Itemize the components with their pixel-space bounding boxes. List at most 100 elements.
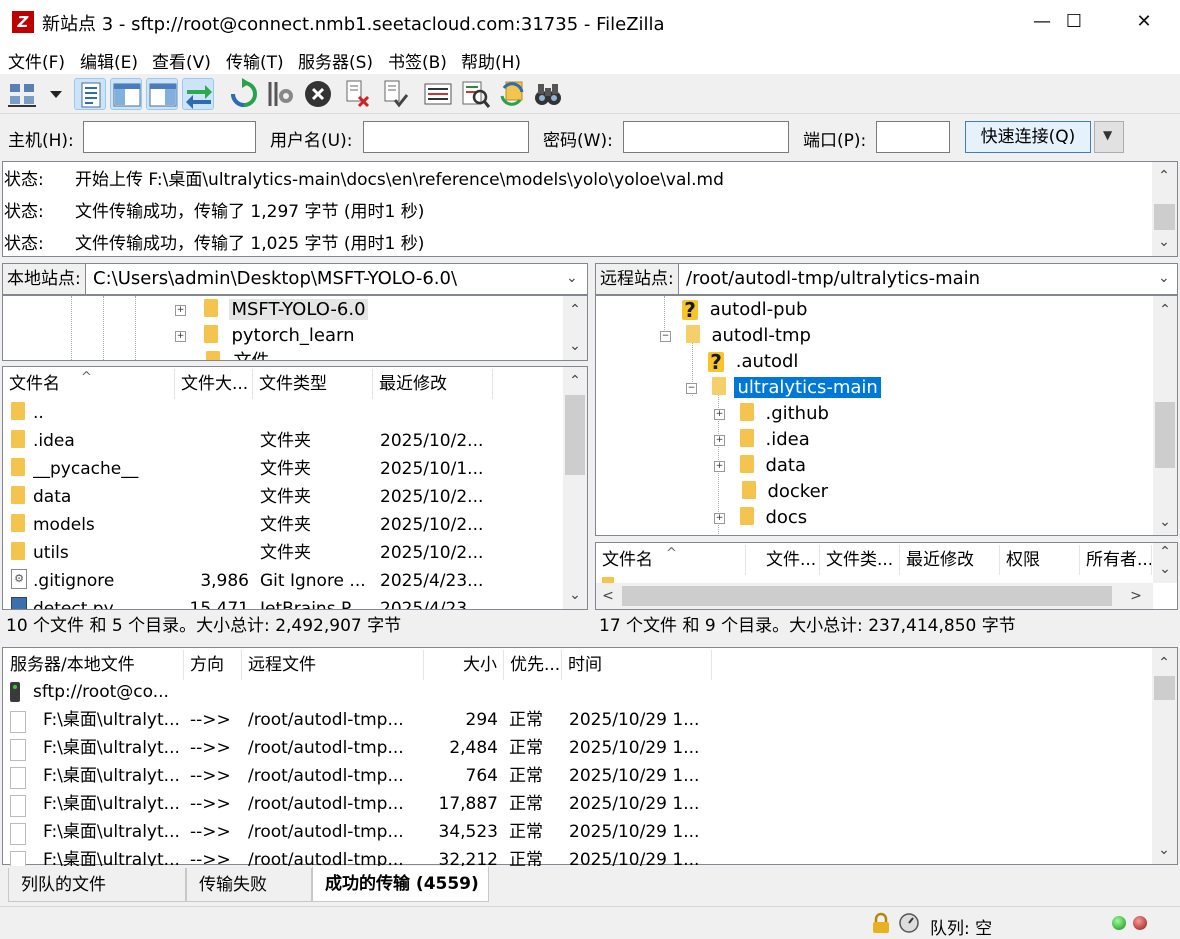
- menu-transfer[interactable]: 传输(T): [226, 48, 284, 73]
- collapse-icon[interactable]: −: [660, 330, 671, 342]
- tree-item[interactable]: docker: [714, 479, 828, 505]
- menu-view[interactable]: 查看(V): [152, 48, 211, 73]
- col-header-permissions[interactable]: 权限: [1000, 545, 1080, 575]
- local-file-list[interactable]: 文件名 ^ 文件大... 文件类型 最近修改 .. .idea 文件夹 2025/10…: [2, 366, 588, 610]
- quickconnect-history-button[interactable]: ▼: [1094, 121, 1124, 153]
- tree-item[interactable]: + .github: [714, 401, 829, 427]
- queue-row[interactable]: F:\桌面\ultralyt... -->> /root/autodl-tmp...…: [4, 790, 1150, 818]
- col-header-modified[interactable]: 最近修改: [900, 545, 1000, 575]
- reconnect-icon[interactable]: [378, 78, 410, 110]
- scroll-down-icon[interactable]: ⌄: [1153, 510, 1177, 534]
- remote-tree-scrollbar[interactable]: ⌃ ⌄: [1153, 296, 1177, 535]
- username-input[interactable]: [363, 121, 529, 153]
- menu-help[interactable]: 帮助(H): [461, 48, 521, 73]
- tab-queued-files[interactable]: 列队的文件: [8, 868, 186, 902]
- tree-item[interactable]: 文件: [175, 349, 271, 360]
- host-input[interactable]: [83, 121, 256, 153]
- scroll-up-icon[interactable]: ⌃: [1152, 651, 1176, 675]
- menu-server[interactable]: 服务器(S): [298, 48, 373, 73]
- expand-icon[interactable]: +: [714, 434, 725, 446]
- refresh-icon[interactable]: [228, 78, 260, 110]
- scroll-right-icon[interactable]: >: [1124, 584, 1148, 608]
- col-header-time[interactable]: 时间: [562, 650, 712, 680]
- sync-browsing-icon[interactable]: [496, 78, 528, 110]
- port-input[interactable]: [876, 121, 950, 153]
- close-button[interactable]: ✕: [1114, 0, 1174, 44]
- scroll-thumb[interactable]: [1154, 204, 1175, 230]
- scroll-down-icon[interactable]: ⌄: [563, 583, 587, 607]
- tree-item[interactable]: ? .autodl: [708, 349, 798, 375]
- col-header-owner[interactable]: 所有者...: [1080, 545, 1152, 575]
- site-manager-icon[interactable]: [6, 78, 38, 110]
- tab-successful-transfers[interactable]: 成功的传输 (4559): [312, 866, 489, 902]
- tree-item[interactable]: + MSFT-YOLO-6.0: [175, 297, 368, 323]
- directory-listing-filters-icon[interactable]: [422, 78, 454, 110]
- speed-limit-icon[interactable]: [898, 912, 920, 934]
- col-header-remote-file[interactable]: 远程文件: [242, 650, 424, 680]
- local-tree[interactable]: + MSFT-YOLO-6.0 + pytorch_learn 文件 ⌃ ⌄: [2, 295, 588, 361]
- tree-item[interactable]: + pytorch_learn: [175, 323, 357, 349]
- file-row[interactable]: .idea 文件夹 2025/10/2...: [3, 427, 561, 455]
- scroll-thumb[interactable]: [622, 586, 1112, 606]
- remote-file-list[interactable]: 文件名 ^ 文件... 文件类... 最近修改 权限 所有者... ⌃ ⌄ < …: [595, 542, 1178, 610]
- chevron-down-icon[interactable]: ⌄: [566, 270, 578, 286]
- local-path-input[interactable]: C:\Users\admin\Desktop\MSFT-YOLO-6.0\: [93, 264, 563, 294]
- tree-item[interactable]: + .idea: [714, 427, 810, 453]
- toggle-transfer-queue-icon[interactable]: [182, 78, 214, 110]
- toggle-remote-tree-icon[interactable]: [146, 78, 178, 110]
- disconnect-icon[interactable]: [340, 78, 372, 110]
- scroll-down-icon[interactable]: ⌄: [1153, 557, 1177, 581]
- col-header-filetype[interactable]: 文件类型: [253, 369, 373, 399]
- remote-list-hscroll[interactable]: < >: [596, 583, 1153, 609]
- scroll-thumb[interactable]: [1154, 676, 1175, 700]
- expand-icon[interactable]: +: [175, 304, 186, 316]
- queue-row[interactable]: F:\桌面\ultralyt... -->> /root/autodl-tmp...…: [4, 762, 1150, 790]
- toggle-comparison-icon[interactable]: [460, 78, 492, 110]
- scroll-up-icon[interactable]: ⌃: [563, 369, 587, 393]
- col-header-filesize[interactable]: 文件...: [760, 545, 820, 575]
- tab-failed-transfers[interactable]: 传输失败: [186, 868, 312, 902]
- log-scrollbar[interactable]: ⌃ ⌄: [1152, 162, 1177, 256]
- queue-row[interactable]: F:\桌面\ultralyt... -->> /root/autodl-tmp...…: [4, 734, 1150, 762]
- queue-row[interactable]: F:\桌面\ultralyt... -->> /root/autodl-tmp...…: [4, 706, 1150, 734]
- queue-row[interactable]: F:\桌面\ultralyt... -->> /root/autodl-tmp...…: [4, 818, 1150, 846]
- collapse-icon[interactable]: −: [686, 382, 697, 394]
- cancel-icon[interactable]: [302, 78, 334, 110]
- scroll-down-icon[interactable]: ⌄: [563, 334, 587, 358]
- lock-icon[interactable]: [870, 912, 892, 934]
- file-row[interactable]: ..: [3, 399, 561, 427]
- col-header-direction[interactable]: 方向: [184, 650, 242, 680]
- col-header-filename[interactable]: 文件名 ^: [596, 545, 746, 575]
- col-header-filetype[interactable]: 文件类...: [820, 545, 900, 575]
- quickconnect-button[interactable]: 快速连接(Q): [965, 121, 1091, 153]
- scroll-thumb[interactable]: [565, 395, 585, 475]
- file-row[interactable]: data 文件夹 2025/10/2...: [3, 483, 561, 511]
- remote-path-input[interactable]: /root/autodl-tmp/ultralytics-main: [686, 264, 1146, 294]
- tree-item[interactable]: ? autodl-pub: [682, 297, 807, 323]
- remote-list-vscroll[interactable]: ⌃ ⌄: [1153, 543, 1177, 583]
- scroll-down-icon[interactable]: ⌄: [1152, 838, 1176, 862]
- dropdown-arrow-icon[interactable]: [40, 78, 62, 110]
- tree-item-selected[interactable]: − ultralytics-main: [686, 375, 881, 401]
- remote-tree[interactable]: ? autodl-pub − autodl-tmp ? .autodl − ul…: [595, 295, 1178, 536]
- expand-icon[interactable]: +: [714, 460, 725, 472]
- col-header-modified[interactable]: 最近修改: [373, 369, 493, 399]
- col-header-filename[interactable]: 文件名 ^: [3, 369, 175, 399]
- file-row[interactable]: __pycache__ 文件夹 2025/10/1...: [3, 455, 561, 483]
- col-header-filesize[interactable]: 文件大...: [175, 369, 253, 399]
- queue-scrollbar[interactable]: ⌃ ⌄: [1152, 648, 1177, 864]
- expand-icon[interactable]: +: [714, 408, 725, 420]
- col-header-size[interactable]: 大小: [424, 650, 504, 680]
- tree-item[interactable]: + data: [714, 453, 806, 479]
- chevron-down-icon[interactable]: ⌄: [1158, 270, 1170, 286]
- scroll-left-icon[interactable]: <: [596, 584, 620, 608]
- scroll-up-icon[interactable]: ⌃: [563, 298, 587, 322]
- menu-file[interactable]: 文件(F): [8, 48, 65, 73]
- toggle-message-log-icon[interactable]: [74, 78, 106, 110]
- local-tree-scrollbar[interactable]: ⌃ ⌄: [563, 296, 587, 360]
- file-row[interactable]: ⚙ .gitignore 3,986 Git Ignore ... 2025/4/23.…: [3, 567, 561, 595]
- col-header-server-local[interactable]: 服务器/本地文件: [4, 650, 184, 680]
- tree-item[interactable]: + docs: [714, 505, 807, 531]
- toggle-local-tree-icon[interactable]: [110, 78, 142, 110]
- scroll-down-icon[interactable]: ⌄: [1152, 230, 1176, 254]
